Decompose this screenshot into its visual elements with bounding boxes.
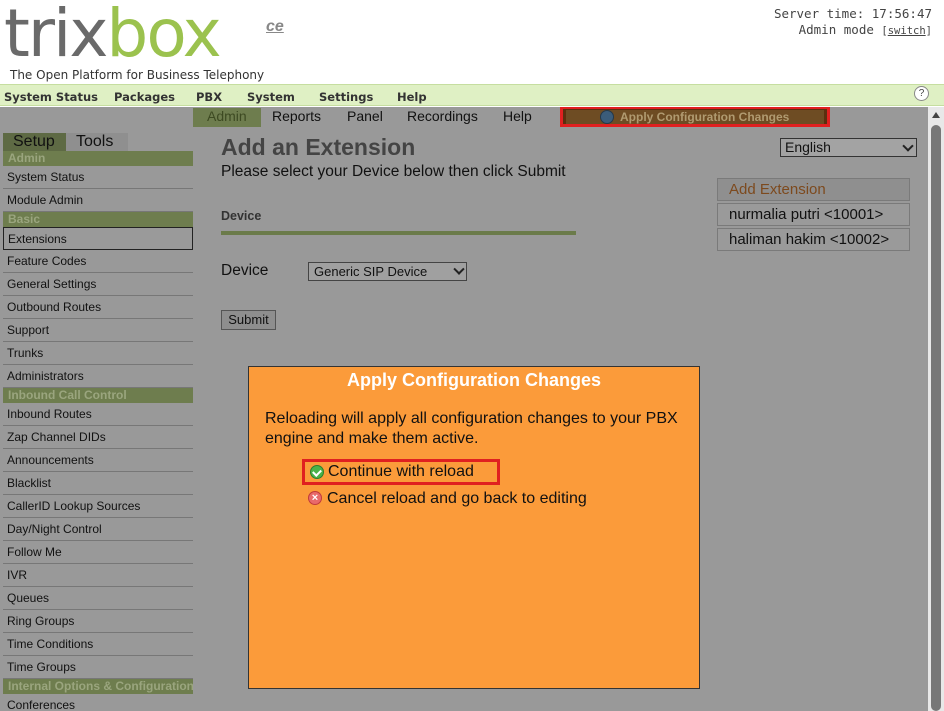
sidebar-item-ivr[interactable]: IVR — [3, 564, 193, 587]
sidebar-item-zap-channel-dids[interactable]: Zap Channel DIDs — [3, 426, 193, 449]
sidebar-item-conferences[interactable]: Conferences — [3, 694, 193, 711]
scroll-up-arrow-icon[interactable] — [932, 112, 940, 118]
sidebar-item-announcements[interactable]: Announcements — [3, 449, 193, 472]
sidebar-item-time-groups[interactable]: Time Groups — [3, 656, 193, 679]
sidebar-section-admin: Admin — [3, 151, 193, 166]
dialog-title: Apply Configuration Changes — [347, 370, 601, 390]
nav-pbx[interactable]: PBX — [196, 90, 222, 104]
tab-panel[interactable]: Panel — [347, 108, 383, 124]
sidebar-list: Admin System Status Module Admin Basic E… — [3, 151, 193, 711]
extension-item[interactable]: nurmalia putri <10001> — [717, 203, 910, 226]
language-select[interactable]: English — [780, 138, 917, 157]
chevron-down-icon — [902, 140, 914, 152]
server-time: Server time: 17:56:47 — [773, 6, 932, 21]
header: trixbox ce The Open Platform for Busines… — [0, 0, 944, 84]
cancel-x-icon: × — [308, 491, 322, 505]
vertical-scrollbar[interactable] — [928, 107, 944, 711]
dialog-message: Reloading will apply all configuration c… — [265, 410, 678, 447]
continue-reload-option[interactable]: Continue with reload — [302, 459, 500, 485]
logo-ce: ce — [266, 18, 284, 35]
sidebar-item-feature-codes[interactable]: Feature Codes — [3, 250, 193, 273]
device-select[interactable]: Generic SIP Device — [308, 262, 467, 281]
nav-settings[interactable]: Settings — [319, 90, 373, 104]
top-nav: System Status Packages PBX System Settin… — [0, 84, 944, 106]
submit-button[interactable]: Submit — [221, 310, 276, 330]
sidebar-item-time-conditions[interactable]: Time Conditions — [3, 633, 193, 656]
page-title: Add an Extension — [221, 134, 416, 160]
device-select-value: Generic SIP Device — [314, 264, 428, 279]
sidebar-item-system-status[interactable]: System Status — [3, 166, 193, 189]
scroll-thumb[interactable] — [931, 125, 941, 711]
apply-configuration-label: Apply Configuration Changes — [620, 110, 790, 124]
admin-mode-label: Admin mode — [798, 22, 874, 37]
page-subtitle: Please select your Device below then cli… — [221, 163, 566, 180]
sidebar: Setup Tools Admin System Status Module A… — [0, 131, 194, 711]
sidebar-tab-setup[interactable]: Setup — [3, 133, 66, 151]
sidebar-item-module-admin[interactable]: Module Admin — [3, 189, 193, 212]
extension-item[interactable]: haliman hakim <10002> — [717, 228, 910, 251]
add-extension-link[interactable]: Add Extension — [717, 178, 910, 201]
globe-icon — [600, 110, 614, 124]
sidebar-item-general-settings[interactable]: General Settings — [3, 273, 193, 296]
nav-help[interactable]: Help — [397, 90, 427, 104]
sidebar-section-basic: Basic — [3, 212, 193, 227]
sidebar-item-queues[interactable]: Queues — [3, 587, 193, 610]
sidebar-item-follow-me[interactable]: Follow Me — [3, 541, 193, 564]
switch-link[interactable]: switch — [888, 25, 926, 37]
sidebar-item-administrators[interactable]: Administrators — [3, 365, 193, 388]
sidebar-item-inbound-routes[interactable]: Inbound Routes — [3, 403, 193, 426]
sidebar-item-outbound-routes[interactable]: Outbound Routes — [3, 296, 193, 319]
tagline: The Open Platform for Business Telephony — [10, 68, 265, 82]
chevron-down-icon — [453, 263, 465, 275]
nav-system[interactable]: System — [247, 90, 295, 104]
sidebar-section-inbound-call-control: Inbound Call Control — [3, 388, 193, 403]
sidebar-section-internal-options: Internal Options & Configuration — [3, 679, 193, 694]
apply-configuration-bar[interactable]: Apply Configuration Changes — [560, 107, 830, 127]
sidebar-item-ring-groups[interactable]: Ring Groups — [3, 610, 193, 633]
trixbox-logo[interactable]: trixbox ce The Open Platform for Busines… — [4, 0, 324, 82]
main-content: Add an Extension Please select your Devi… — [221, 133, 601, 330]
device-label: Device — [221, 262, 269, 279]
section-divider — [221, 231, 576, 235]
nav-packages[interactable]: Packages — [114, 90, 175, 104]
tab-recordings[interactable]: Recordings — [407, 108, 478, 124]
continue-reload-label: Continue with reload — [328, 463, 474, 480]
logo-wordmark: trixbox — [4, 0, 222, 72]
cancel-reload-label: Cancel reload and go back to editing — [327, 490, 587, 507]
sidebar-item-callerid-lookup[interactable]: CallerID Lookup Sources — [3, 495, 193, 518]
device-section-header: Device — [221, 209, 262, 223]
help-icon[interactable]: ? — [914, 86, 929, 101]
logo-part2: box — [106, 0, 221, 72]
app-body: Admin Reports Panel Recordings Help Appl… — [0, 107, 928, 711]
nav-system-status[interactable]: System Status — [4, 90, 98, 104]
sidebar-item-support[interactable]: Support — [3, 319, 193, 342]
sidebar-item-extensions[interactable]: Extensions — [3, 227, 193, 250]
check-circle-icon — [310, 465, 324, 479]
apply-changes-dialog: Apply Configuration Changes Reloading wi… — [248, 366, 700, 689]
sidebar-tab-tools[interactable]: Tools — [66, 133, 128, 151]
sidebar-item-day-night-control[interactable]: Day/Night Control — [3, 518, 193, 541]
language-select-value: English — [785, 139, 831, 155]
sidebar-item-blacklist[interactable]: Blacklist — [3, 472, 193, 495]
tab-admin[interactable]: Admin — [193, 108, 261, 127]
logo-part1: trix — [4, 0, 108, 72]
admin-mode: Admin mode [switch] — [798, 22, 932, 37]
extension-list: Add Extension nurmalia putri <10001> hal… — [717, 178, 910, 253]
sidebar-item-trunks[interactable]: Trunks — [3, 342, 193, 365]
tab-reports[interactable]: Reports — [272, 108, 321, 124]
server-info: Server time: 17:56:47 Admin mode [switch… — [774, 6, 932, 39]
apply-bar-inner: Apply Configuration Changes — [566, 110, 824, 124]
tab-help[interactable]: Help — [503, 108, 532, 124]
